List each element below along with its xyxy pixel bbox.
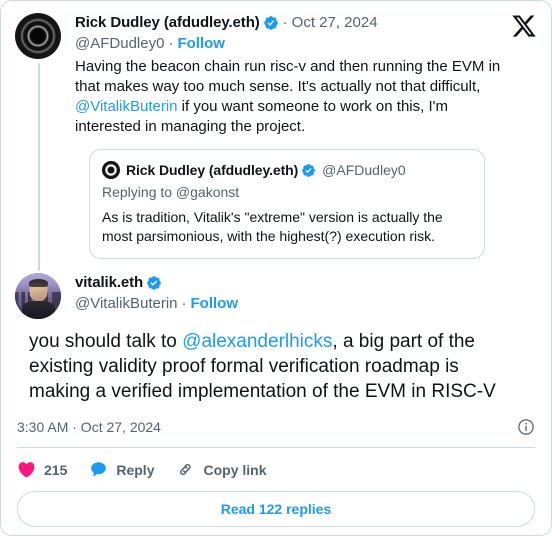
mention-link[interactable]: @alexanderlhicks	[182, 331, 332, 352]
avatar[interactable]	[15, 13, 61, 59]
quoted-tweet-header: Rick Dudley (afdudley.eth) @AFDudley0	[102, 161, 472, 179]
link-icon	[176, 460, 195, 479]
action-bar: 215 Reply Copy link	[1, 448, 551, 491]
quoted-handle: @AFDudley0	[322, 162, 406, 178]
copy-link-label: Copy link	[203, 461, 267, 478]
main-tweet-text: you should talk to @alexanderlhicks, a b…	[15, 329, 537, 404]
speech-bubble-icon	[89, 460, 108, 479]
copy-link-button[interactable]: Copy link	[176, 460, 267, 479]
quoted-display-name: Rick Dudley (afdudley.eth)	[126, 162, 299, 178]
verified-badge-icon	[146, 275, 162, 291]
embedded-tweet-card: Rick Dudley (afdudley.eth) · Oct 27, 202…	[0, 0, 552, 536]
main-name-line: vitalik.eth	[75, 273, 513, 293]
main-handle[interactable]: @VitalikButerin	[75, 294, 178, 314]
quoted-replying-to: Replying to @gakonst	[102, 184, 240, 200]
avatar[interactable]	[15, 273, 61, 319]
avatar-hair	[28, 278, 49, 287]
main-avatar-column	[15, 273, 63, 319]
parent-meta-separator: ·	[282, 14, 288, 31]
main-tweet: vitalik.eth @VitalikButerin · Follow you…	[1, 259, 551, 404]
verified-badge-icon	[301, 163, 316, 178]
parent-display-name[interactable]: Rick Dudley (afdudley.eth)	[75, 13, 260, 33]
verified-badge-icon	[263, 15, 279, 31]
parent-name-line: Rick Dudley (afdudley.eth) · Oct 27, 202…	[75, 13, 513, 33]
main-handle-line: @VitalikButerin · Follow	[75, 294, 513, 314]
like-count: 215	[44, 461, 68, 478]
main-handle-separator: ·	[181, 295, 187, 312]
quoted-tweet[interactable]: Rick Dudley (afdudley.eth) @AFDudley0 Re…	[89, 149, 485, 259]
parent-tweet: Rick Dudley (afdudley.eth) · Oct 27, 202…	[1, 1, 551, 259]
parent-avatar-column	[15, 13, 63, 59]
quoted-avatar	[102, 161, 120, 179]
parent-handle-line: @AFDudley0 · Follow	[75, 34, 513, 54]
parent-handle-separator: ·	[168, 35, 174, 52]
main-text-segment-1: you should talk to	[29, 331, 183, 352]
avatar-body	[22, 300, 56, 319]
parent-handle[interactable]: @AFDudley0	[75, 34, 164, 54]
mention-link[interactable]: @VitalikButerin	[75, 98, 178, 115]
reply-label: Reply	[116, 461, 155, 478]
reply-button[interactable]: Reply	[89, 460, 154, 479]
tweet-timestamp[interactable]: 3:30 AM · Oct 27, 2024	[17, 419, 161, 435]
main-display-name[interactable]: vitalik.eth	[75, 273, 143, 293]
heart-icon	[17, 460, 36, 479]
quoted-tweet-text: As is tradition, Vitalik's "extreme" ver…	[102, 209, 443, 244]
parent-date[interactable]: Oct 27, 2024	[292, 13, 378, 33]
parent-tweet-text: Having the beacon chain run risc-v and t…	[75, 57, 513, 137]
read-replies-button[interactable]: Read 122 replies	[17, 491, 535, 527]
follow-button[interactable]: Follow	[177, 34, 225, 54]
x-logo-icon[interactable]	[511, 13, 537, 39]
follow-button[interactable]: Follow	[191, 294, 239, 314]
info-circle-icon[interactable]	[517, 418, 535, 436]
like-button[interactable]: 215	[17, 460, 67, 479]
read-replies-container: Read 122 replies	[1, 491, 551, 535]
timestamp-row: 3:30 AM · Oct 27, 2024	[1, 404, 551, 447]
parent-text-segment-1: Having the beacon chain run risc-v and t…	[75, 58, 501, 95]
